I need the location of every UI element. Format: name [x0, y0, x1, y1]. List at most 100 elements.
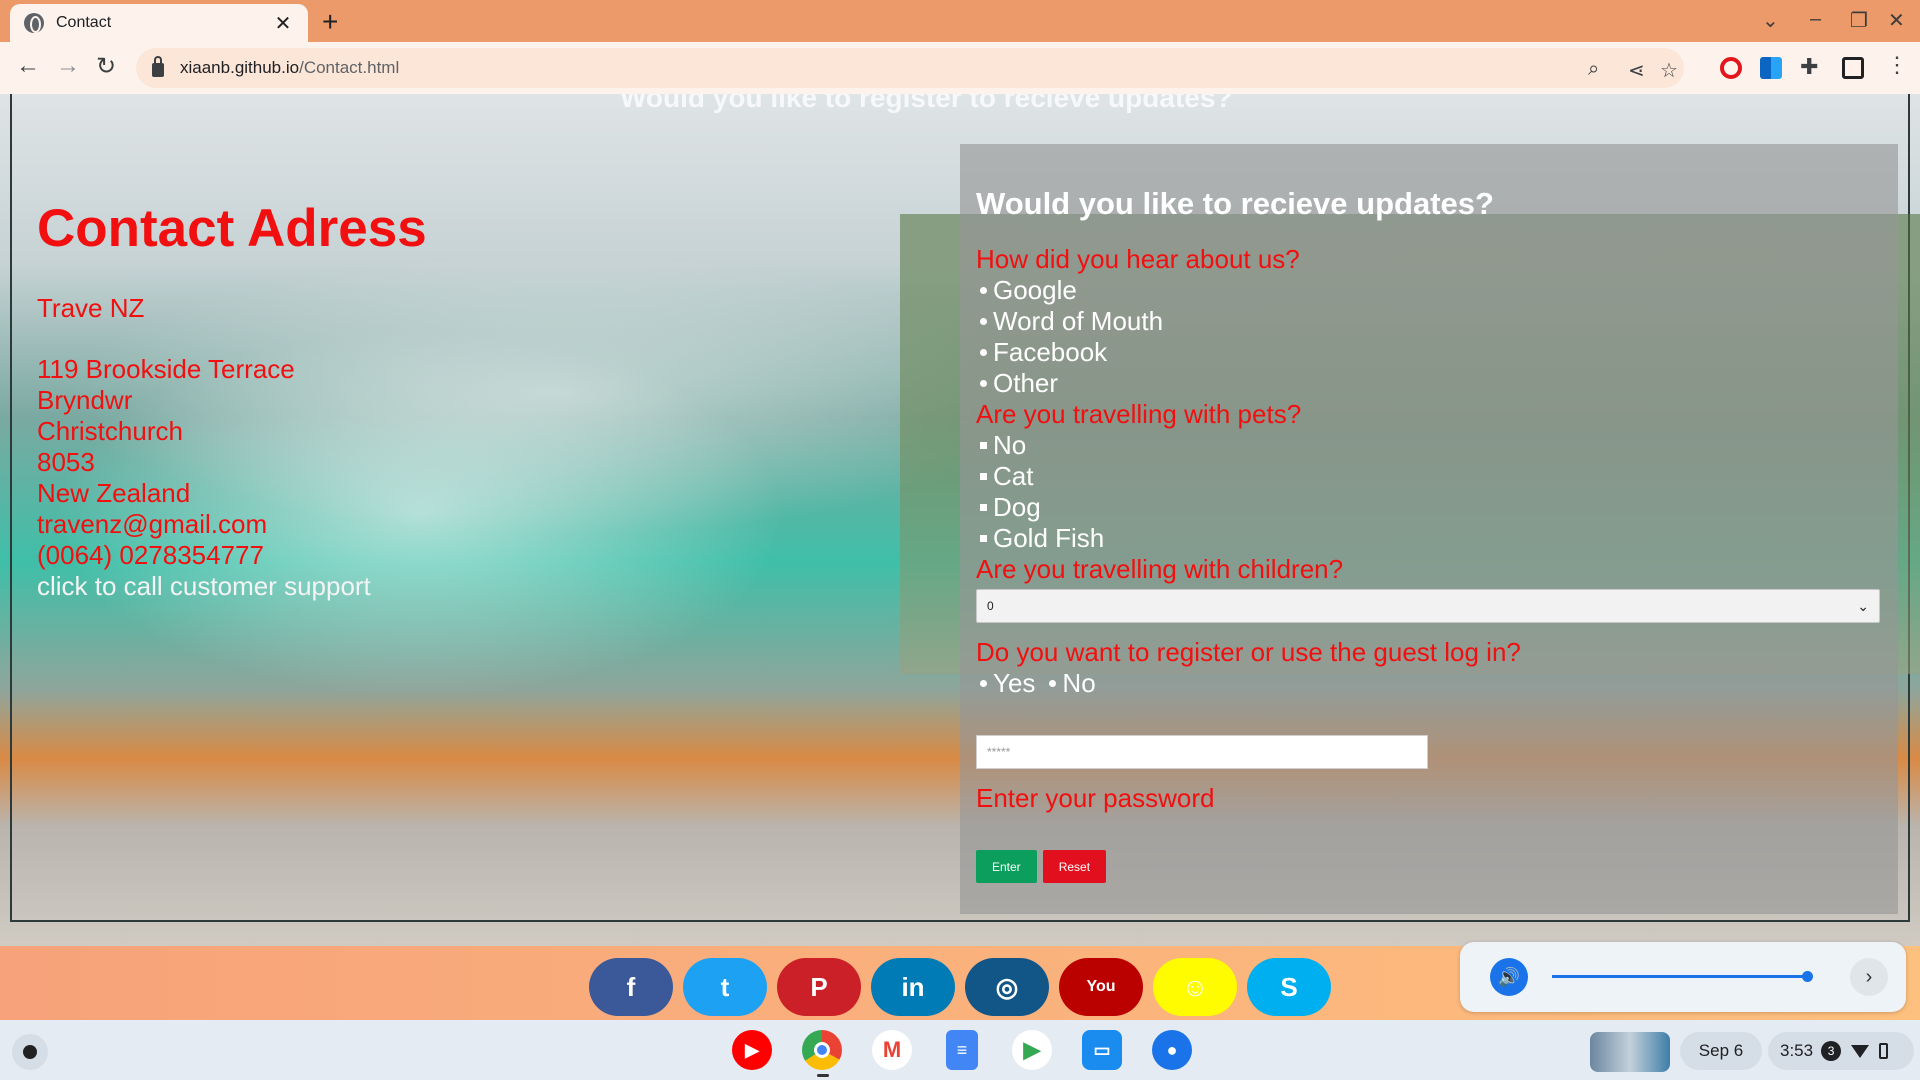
- checkbox-option[interactable]: Dog: [976, 492, 1882, 523]
- status-tray[interactable]: 3:53 3: [1768, 1032, 1914, 1070]
- form-title: Would you like to recieve updates?: [976, 186, 1494, 221]
- skype-icon[interactable]: S: [1247, 958, 1331, 1016]
- play-store-icon[interactable]: ▶: [1012, 1030, 1052, 1070]
- url-host: xiaanb.github.io: [180, 58, 300, 77]
- new-tab-button[interactable]: +: [322, 6, 338, 38]
- radio-icon: [1049, 680, 1057, 687]
- password-label: Enter your password: [976, 783, 1215, 813]
- option-label: Facebook: [993, 337, 1108, 367]
- lock-icon: [152, 56, 164, 77]
- radio-icon: [980, 318, 987, 325]
- option-label: Word of Mouth: [993, 306, 1164, 336]
- radio-icon: [980, 349, 987, 356]
- forward-icon[interactable]: →: [56, 52, 80, 80]
- reset-button[interactable]: Reset: [1042, 850, 1107, 883]
- launcher-button[interactable]: [12, 1034, 48, 1070]
- messages-app-icon[interactable]: ●: [1152, 1030, 1192, 1070]
- contact-phone: (0064) 0278354777: [37, 540, 264, 570]
- menu-icon[interactable]: ⋮: [1886, 52, 1908, 78]
- company-name: Trave NZ: [37, 293, 145, 323]
- back-icon[interactable]: ←: [16, 52, 40, 80]
- address-line: Bryndwr: [37, 385, 133, 415]
- question-children: Are you travelling with children?: [976, 554, 1344, 584]
- instagram-icon[interactable]: ◎: [965, 958, 1049, 1016]
- radio-option[interactable]: No: [1045, 668, 1096, 699]
- page-viewport: Would you like to register to recieve up…: [0, 94, 1920, 946]
- puzzle-icon[interactable]: ✚: [1800, 54, 1818, 80]
- pinterest-icon[interactable]: P: [777, 958, 861, 1016]
- checkbox-option[interactable]: No: [976, 430, 1882, 461]
- radio-icon: [980, 680, 987, 687]
- close-icon[interactable]: ✕: [272, 11, 294, 36]
- ghost-heading: Would you like to register to recieve up…: [620, 94, 1233, 113]
- select-value: 0: [987, 599, 994, 613]
- children-select[interactable]: 0 ⌄: [976, 589, 1880, 623]
- os-shelf: ▶ M ≡ ▶ ▭ ● Sep 6 3:53 3: [0, 1020, 1920, 1080]
- side-panel-icon[interactable]: [1842, 57, 1864, 79]
- radio-option[interactable]: Google: [976, 275, 1882, 306]
- contact-title: Contact Adress: [37, 199, 427, 258]
- enter-button[interactable]: Enter: [976, 850, 1037, 883]
- option-label: Yes: [993, 668, 1036, 698]
- tab-contact[interactable]: Contact ✕: [10, 4, 308, 42]
- option-label: Dog: [993, 492, 1041, 522]
- star-icon[interactable]: ☆: [1660, 58, 1678, 83]
- gmail-app-icon[interactable]: M: [872, 1030, 912, 1070]
- docs-app-icon[interactable]: ≡: [946, 1030, 978, 1070]
- close-window-icon[interactable]: ✕: [1888, 8, 1905, 33]
- zoom-icon[interactable]: ⌕: [1588, 58, 1599, 81]
- minimize-icon[interactable]: –: [1810, 8, 1821, 31]
- radio-option[interactable]: Other: [976, 368, 1882, 399]
- youtube-icon[interactable]: You: [1059, 958, 1143, 1016]
- date-pill[interactable]: Sep 6: [1680, 1032, 1762, 1070]
- checkbox-icon: [980, 535, 987, 542]
- restore-icon[interactable]: ❐: [1850, 8, 1868, 33]
- notification-badge: 3: [1821, 1041, 1842, 1061]
- share-icon[interactable]: ⋖: [1628, 58, 1645, 83]
- checkbox-option[interactable]: Cat: [976, 461, 1882, 492]
- opera-extension-icon[interactable]: [1720, 57, 1742, 79]
- youtube-app-icon[interactable]: ▶: [732, 1030, 772, 1070]
- volume-slider[interactable]: [1552, 975, 1812, 978]
- option-label: No: [993, 430, 1027, 460]
- radio-icon: [980, 287, 987, 294]
- address-line: 8053: [37, 447, 95, 477]
- radio-option[interactable]: Facebook: [976, 337, 1882, 368]
- tab-strip: Contact ✕ + ⌄ – ❐ ✕: [0, 0, 1920, 42]
- clock: 3:53: [1780, 1041, 1814, 1060]
- question-register: Do you want to register or use the guest…: [976, 637, 1521, 667]
- address-bar[interactable]: xiaanb.github.io /Contact.html ⌕ ⋖ ☆: [136, 48, 1684, 88]
- checkbox-option[interactable]: Gold Fish: [976, 523, 1882, 554]
- address-line: 119 Brookside Terrace: [37, 354, 295, 384]
- url-path: /Contact.html: [299, 58, 400, 77]
- checkbox-icon: [980, 442, 987, 449]
- password-input[interactable]: *****: [976, 735, 1428, 769]
- radio-icon: [980, 380, 987, 387]
- contact-email: travenz@gmail.com: [37, 509, 268, 539]
- trello-extension-icon[interactable]: [1760, 57, 1782, 79]
- speaker-icon[interactable]: 🔊: [1490, 958, 1528, 996]
- chrome-app-icon[interactable]: [802, 1030, 842, 1070]
- files-app-icon[interactable]: ▭: [1082, 1030, 1122, 1070]
- tab-title: Contact: [56, 14, 112, 31]
- browser-toolbar: ← → ↻ xiaanb.github.io /Contact.html ⌕ ⋖…: [0, 42, 1920, 94]
- reload-icon[interactable]: ↻: [96, 52, 116, 81]
- linkedin-icon[interactable]: in: [871, 958, 955, 1016]
- radio-option[interactable]: Yes: [976, 668, 1035, 699]
- radio-option[interactable]: Word of Mouth: [976, 306, 1882, 337]
- chevron-down-icon[interactable]: ⌄: [1762, 8, 1779, 33]
- option-label: Google: [993, 275, 1077, 305]
- twitter-icon[interactable]: t: [683, 958, 767, 1016]
- chevron-right-icon[interactable]: ›: [1850, 958, 1888, 996]
- option-label: No: [1062, 668, 1096, 698]
- address-line: New Zealand: [37, 478, 191, 508]
- globe-icon: [24, 13, 44, 33]
- checkbox-icon: [980, 473, 987, 480]
- checkbox-icon: [980, 504, 987, 511]
- battery-icon: [1879, 1043, 1889, 1059]
- facebook-icon[interactable]: f: [589, 958, 673, 1016]
- volume-slider-knob[interactable]: [1801, 971, 1813, 982]
- snapchat-icon[interactable]: ☺: [1153, 958, 1237, 1016]
- call-support-link[interactable]: click to call customer support: [37, 571, 737, 602]
- screenshot-thumbnail[interactable]: [1590, 1032, 1670, 1072]
